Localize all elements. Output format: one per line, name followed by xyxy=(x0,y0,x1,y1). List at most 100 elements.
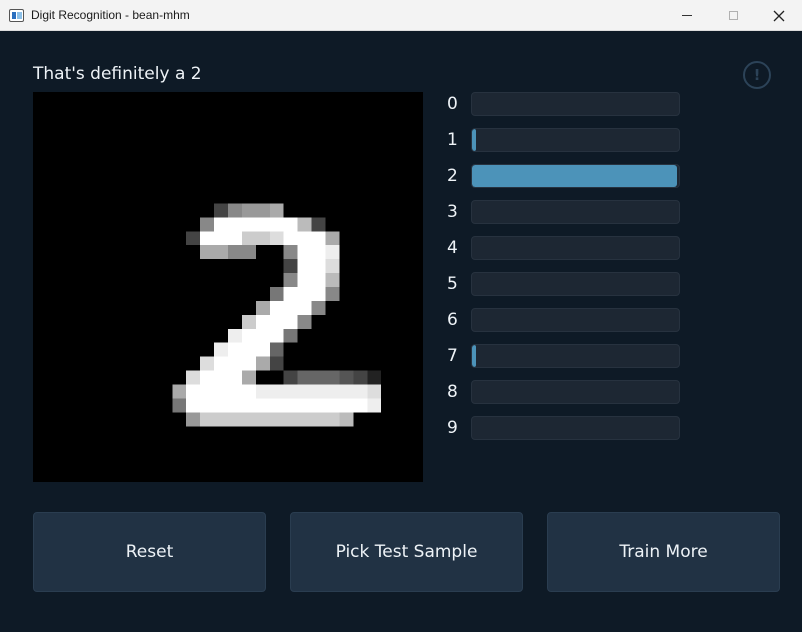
digit-pixel xyxy=(200,412,215,427)
probability-bar xyxy=(471,200,680,224)
close-button[interactable] xyxy=(756,0,802,31)
digit-pixel xyxy=(311,287,326,301)
digit-pixel xyxy=(200,245,215,260)
digit-pixel xyxy=(186,370,201,385)
digit-pixel xyxy=(228,245,242,260)
digit-image xyxy=(172,203,382,427)
digit-pixel xyxy=(255,342,270,357)
maximize-icon xyxy=(728,11,738,20)
digit-pixel xyxy=(186,398,201,413)
digit-label: 6 xyxy=(447,310,458,330)
digit-pixel xyxy=(241,245,256,260)
digit-pixel xyxy=(311,259,326,274)
probability-bar xyxy=(471,236,680,260)
digit-pixel xyxy=(297,412,312,427)
pick-test-sample-button[interactable]: Pick Test Sample xyxy=(290,512,523,592)
digit-pixel xyxy=(228,342,242,357)
digit-pixel xyxy=(269,203,284,218)
digit-pixel xyxy=(325,287,340,301)
digit-pixel xyxy=(297,245,312,260)
digit-pixel xyxy=(241,314,256,329)
digit-pixel xyxy=(228,328,242,343)
digit-pixel xyxy=(269,384,284,399)
digit-pixel xyxy=(228,203,242,218)
close-icon xyxy=(773,10,785,21)
app-icon xyxy=(9,9,24,22)
digit-pixel xyxy=(297,398,312,413)
digit-pixel xyxy=(186,412,201,427)
maximize-button[interactable] xyxy=(710,0,756,31)
digit-pixel xyxy=(297,217,312,232)
digit-pixel xyxy=(241,384,256,399)
probability-bar xyxy=(471,164,680,188)
digit-pixel xyxy=(200,356,215,371)
digit-pixel xyxy=(283,245,298,260)
probability-row-9: 9 xyxy=(440,416,680,440)
digit-pixel xyxy=(297,287,312,301)
digit-pixel xyxy=(367,398,382,413)
probability-bar xyxy=(471,92,680,116)
probability-row-0: 0 xyxy=(440,92,680,116)
digit-pixel xyxy=(200,370,215,385)
digit-pixel xyxy=(255,217,270,232)
digit-pixel xyxy=(283,300,298,315)
digit-pixel xyxy=(297,231,312,246)
digit-pixel xyxy=(283,287,298,301)
digit-pixel xyxy=(228,356,242,371)
train-more-button[interactable]: Train More xyxy=(547,512,780,592)
digit-pixel xyxy=(228,370,242,385)
digit-pixel xyxy=(255,412,270,427)
digit-pixel xyxy=(325,412,340,427)
digit-pixel xyxy=(339,398,354,413)
digit-pixel xyxy=(214,398,228,413)
info-icon-glyph: ! xyxy=(753,66,761,84)
probability-row-4: 4 xyxy=(440,236,680,260)
digit-pixel xyxy=(214,384,228,399)
digit-pixel xyxy=(339,370,354,385)
digit-pixel xyxy=(186,384,201,399)
digit-pixel xyxy=(269,287,284,301)
digit-pixel xyxy=(353,370,368,385)
digit-pixel xyxy=(241,356,256,371)
digit-pixel xyxy=(228,384,242,399)
probability-bar xyxy=(471,128,680,152)
drawing-canvas[interactable] xyxy=(33,92,423,482)
info-icon[interactable]: ! xyxy=(743,61,771,89)
digit-pixel xyxy=(367,384,382,399)
digit-label: 8 xyxy=(447,382,458,402)
digit-pixel xyxy=(228,231,242,246)
digit-pixel xyxy=(214,356,228,371)
digit-pixel xyxy=(172,398,187,413)
minimize-icon xyxy=(682,15,692,16)
digit-pixel xyxy=(241,398,256,413)
digit-pixel xyxy=(269,217,284,232)
digit-pixel xyxy=(283,231,298,246)
minimize-button[interactable] xyxy=(664,0,710,31)
digit-pixel xyxy=(241,370,256,385)
digit-pixel xyxy=(283,314,298,329)
digit-pixel xyxy=(255,328,270,343)
prediction-headline: That's definitely a 2 xyxy=(33,64,202,84)
digit-label: 7 xyxy=(447,346,458,366)
digit-pixel xyxy=(255,398,270,413)
reset-button[interactable]: Reset xyxy=(33,512,266,592)
digit-pixel xyxy=(311,273,326,287)
digit-pixel xyxy=(172,384,187,399)
digit-pixel xyxy=(283,328,298,343)
digit-pixel xyxy=(325,370,340,385)
digit-pixel xyxy=(269,412,284,427)
digit-label: 5 xyxy=(447,274,458,294)
digit-pixel xyxy=(269,398,284,413)
title-bar: Digit Recognition - bean-mhm xyxy=(0,0,802,31)
digit-pixel xyxy=(241,328,256,343)
digit-pixel xyxy=(311,412,326,427)
probability-row-2: 2 xyxy=(440,164,680,188)
digit-pixel xyxy=(241,231,256,246)
digit-pixel xyxy=(283,370,298,385)
digit-pixel xyxy=(241,342,256,357)
digit-label: 4 xyxy=(447,238,458,258)
digit-pixel xyxy=(283,412,298,427)
digit-pixel xyxy=(283,273,298,287)
digit-pixel xyxy=(255,231,270,246)
digit-label: 1 xyxy=(447,130,458,150)
